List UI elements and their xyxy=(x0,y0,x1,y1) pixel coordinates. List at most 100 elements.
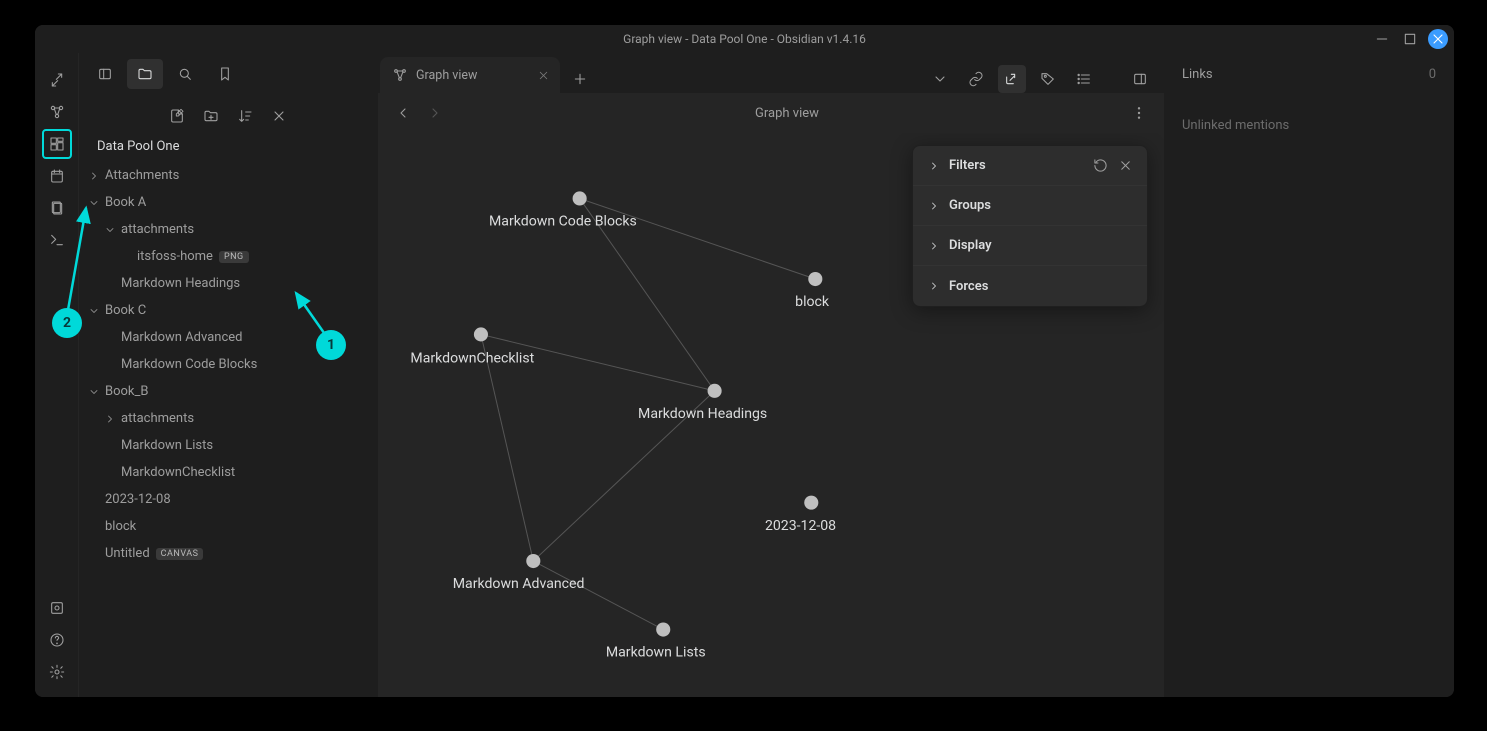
unlinked-mentions-heading[interactable]: Unlinked mentions xyxy=(1182,118,1436,133)
close-icon[interactable] xyxy=(1118,158,1133,173)
spacer xyxy=(87,520,101,534)
file-explorer-toolbar xyxy=(79,95,377,133)
right-sidebar: Links 0 Unlinked mentions xyxy=(1164,53,1454,697)
backlinks-icon[interactable] xyxy=(962,65,990,93)
vault-name: Data Pool One xyxy=(79,133,377,162)
view-title: Graph view xyxy=(456,106,1118,121)
tree-item[interactable]: 2023-12-08 xyxy=(79,486,377,513)
close-tab-button[interactable] xyxy=(537,69,550,82)
annotation-callout: 1 xyxy=(316,330,346,360)
graph-node-label: Markdown Code Blocks xyxy=(489,214,637,230)
tree-item-label: attachments xyxy=(121,222,194,237)
bookmarks-tab[interactable] xyxy=(207,59,243,89)
graph-node[interactable] xyxy=(526,554,540,568)
graph-node[interactable] xyxy=(656,622,670,636)
outline-icon[interactable] xyxy=(1070,65,1098,93)
tree-item-label: Untitled xyxy=(105,546,150,561)
canvas-icon[interactable] xyxy=(42,129,72,159)
graph-node[interactable] xyxy=(808,272,822,286)
chevron-down-icon[interactable] xyxy=(87,304,101,318)
tree-item[interactable]: MarkdownChecklist xyxy=(79,459,377,486)
graph-canvas[interactable]: Markdown Code BlocksblockMarkdownCheckli… xyxy=(378,133,1164,697)
tree-item-label: Attachments xyxy=(105,168,179,183)
tree-item[interactable]: Markdown Headings xyxy=(79,270,377,297)
search-tab[interactable] xyxy=(167,59,203,89)
right-sidebar-toggle[interactable] xyxy=(1126,65,1154,93)
tab-graph-view[interactable]: Graph view xyxy=(380,57,560,93)
settings-icon[interactable] xyxy=(42,657,72,687)
tree-item-label: Book_B xyxy=(105,384,148,399)
graph-node[interactable] xyxy=(804,496,818,510)
help-icon[interactable] xyxy=(42,625,72,655)
graph-node-label: Markdown Headings xyxy=(638,406,767,422)
spacer xyxy=(103,358,117,372)
more-options-button[interactable] xyxy=(1128,102,1150,124)
tree-item[interactable]: Markdown Lists xyxy=(79,432,377,459)
graph-node[interactable] xyxy=(573,191,587,205)
graph-node-label: 2023-12-08 xyxy=(765,518,836,534)
file-tree: Attachments Book A attachments itsfoss-home… xyxy=(79,162,377,697)
tree-item[interactable]: Book A xyxy=(79,189,377,216)
files-tab[interactable] xyxy=(127,59,163,89)
nav-back-button[interactable] xyxy=(392,102,414,124)
annotation-callout: 2 xyxy=(52,308,82,338)
outgoing-links-icon[interactable] xyxy=(998,65,1026,93)
maximize-button[interactable] xyxy=(1400,29,1420,49)
tree-item-label: Markdown Headings xyxy=(121,276,240,291)
graph-panel-section[interactable]: Filters xyxy=(913,146,1147,186)
graph-edge xyxy=(580,198,816,279)
spacer xyxy=(119,250,133,264)
close-button[interactable] xyxy=(1428,29,1448,49)
tree-item[interactable]: Book C xyxy=(79,297,377,324)
tree-item-label: 2023-12-08 xyxy=(105,492,171,507)
chevron-right-icon[interactable] xyxy=(103,412,117,426)
links-pane-header[interactable]: Links 0 xyxy=(1182,67,1436,82)
tree-item-label: MarkdownChecklist xyxy=(121,465,235,480)
graph-settings-panel: Filters GroupsDisplay Forces xyxy=(912,145,1148,307)
sort-button[interactable] xyxy=(234,105,256,127)
tree-item[interactable]: Book_B xyxy=(79,378,377,405)
graph-node[interactable] xyxy=(474,327,488,341)
file-badge: PNG xyxy=(219,251,249,263)
collapse-all-button[interactable] xyxy=(268,105,290,127)
chevron-right-icon[interactable] xyxy=(87,169,101,183)
graph-panel-section-label: Filters xyxy=(949,158,986,173)
tab-dropdown-button[interactable] xyxy=(926,65,954,93)
graph-panel-section[interactable]: Groups xyxy=(913,186,1147,226)
view-header: Graph view xyxy=(378,93,1164,133)
chevron-down-icon[interactable] xyxy=(87,385,101,399)
graph-node[interactable] xyxy=(708,384,722,398)
tab-label: Graph view xyxy=(416,68,477,83)
vault-icon[interactable] xyxy=(42,593,72,623)
tags-icon[interactable] xyxy=(1034,65,1062,93)
chevron-right-icon xyxy=(927,199,941,213)
chevron-down-icon[interactable] xyxy=(87,196,101,210)
reset-icon[interactable] xyxy=(1093,158,1108,173)
tree-item[interactable]: block xyxy=(79,513,377,540)
chevron-down-icon[interactable] xyxy=(103,223,117,237)
nav-forward-button[interactable] xyxy=(424,102,446,124)
tree-item-label: itsfoss-home xyxy=(137,249,213,264)
tree-item[interactable]: attachments xyxy=(79,216,377,243)
ribbon xyxy=(35,53,79,697)
command-palette-icon[interactable] xyxy=(42,225,72,255)
new-note-button[interactable] xyxy=(166,105,188,127)
tree-item[interactable]: attachments xyxy=(79,405,377,432)
new-folder-button[interactable] xyxy=(200,105,222,127)
tree-item[interactable]: UntitledCANVAS xyxy=(79,540,377,567)
titlebar: Graph view - Data Pool One - Obsidian v1… xyxy=(35,25,1454,53)
tree-item[interactable]: Attachments xyxy=(79,162,377,189)
graph-panel-section-label: Forces xyxy=(949,279,988,294)
graph-panel-section[interactable]: Forces xyxy=(913,266,1147,306)
tree-item[interactable]: itsfoss-home PNG xyxy=(79,243,377,270)
spacer xyxy=(87,547,101,561)
templates-icon[interactable] xyxy=(42,193,72,223)
graph-panel-section[interactable]: Display xyxy=(913,226,1147,266)
tab-bar: Graph view xyxy=(378,53,1164,93)
daily-note-icon[interactable] xyxy=(42,161,72,191)
new-tab-button[interactable] xyxy=(566,65,594,93)
graph-view-icon[interactable] xyxy=(42,97,72,127)
collapse-sidebar-button[interactable] xyxy=(87,59,123,89)
minimize-button[interactable] xyxy=(1372,29,1392,49)
quick-switcher-icon[interactable] xyxy=(42,65,72,95)
